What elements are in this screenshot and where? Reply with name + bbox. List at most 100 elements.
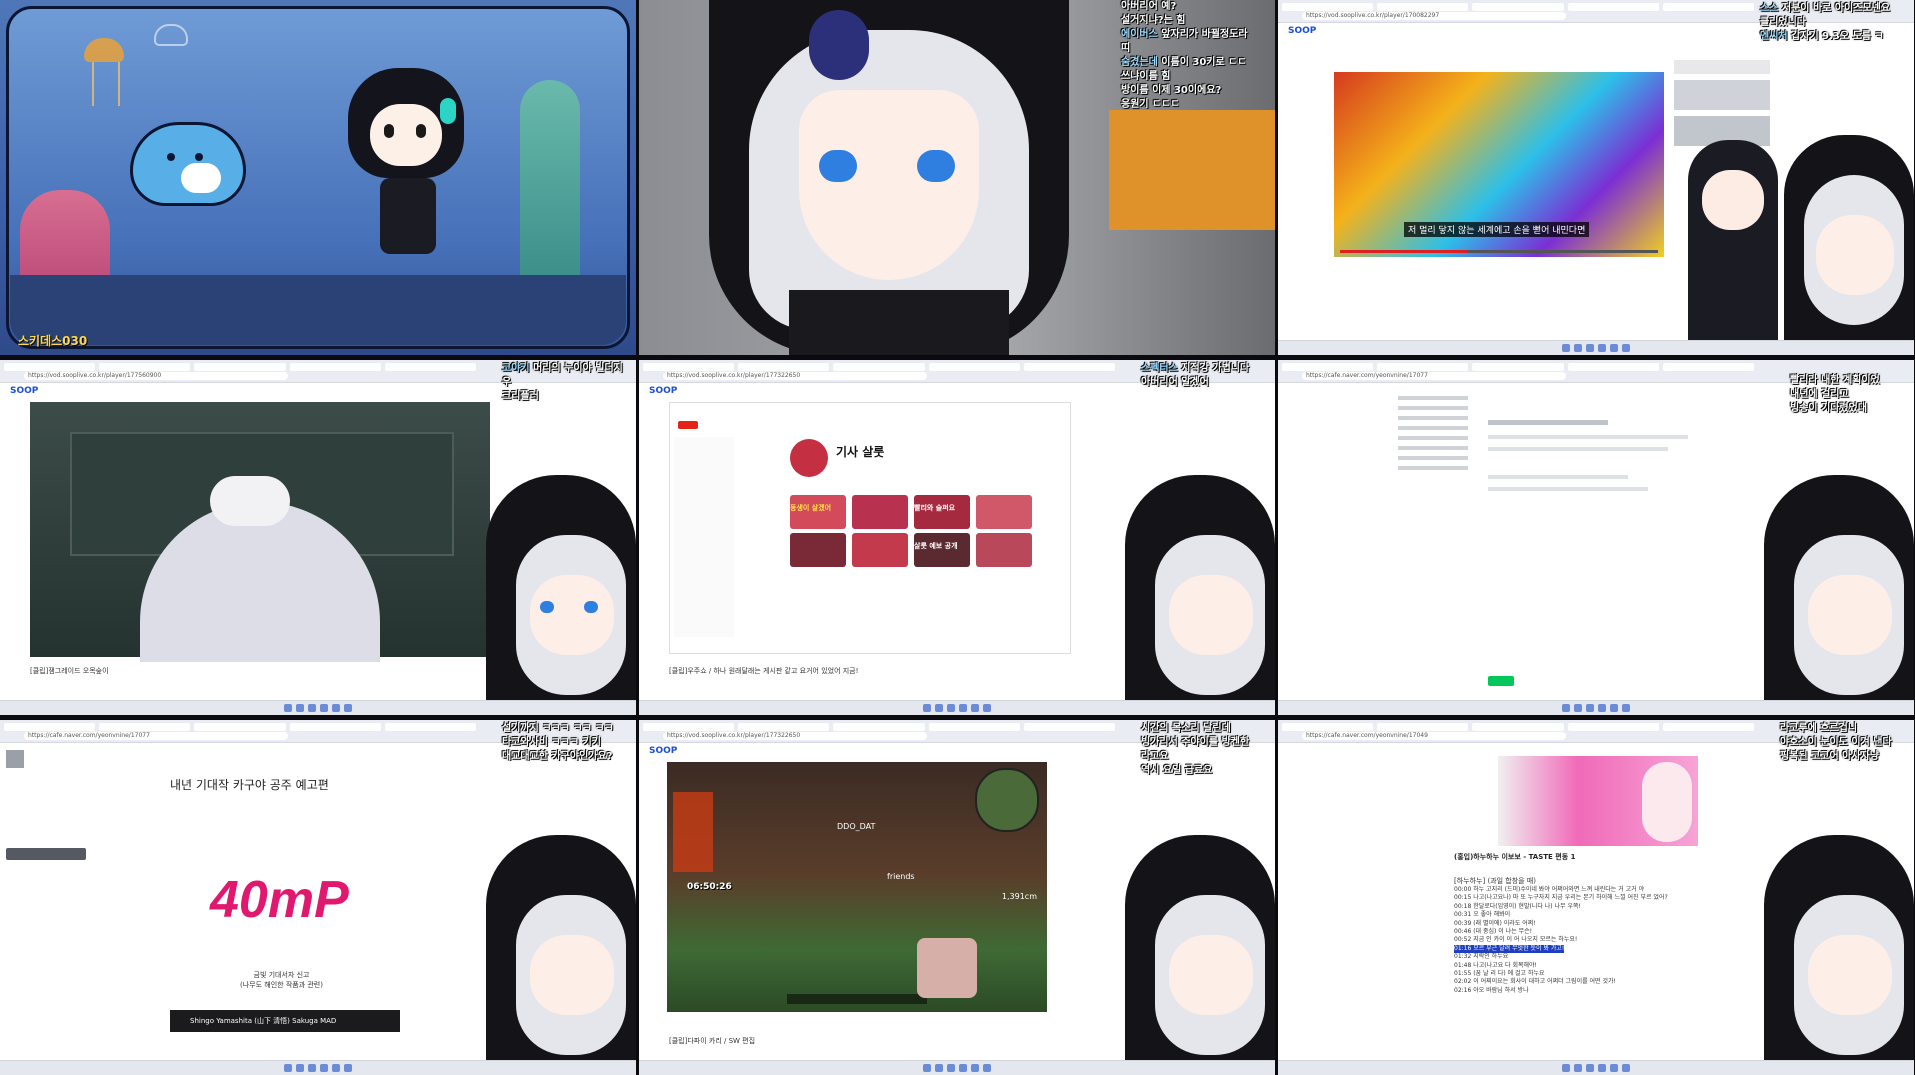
windows-start-icon[interactable]	[923, 704, 931, 712]
chat-line: 숨겼는데 이름이 30키로 ㄷㄷ	[1121, 57, 1247, 68]
browser-tabs[interactable]	[1282, 363, 1755, 371]
chat-overlay: 아버리어 예? 설거지냐?는 힘 에이버스 앞자리가 바뀔정도라 띠 숨겼는데 …	[1121, 0, 1271, 112]
browser-tabs[interactable]	[4, 723, 477, 731]
video-thumbnail[interactable]	[976, 495, 1032, 529]
chat-line: 타코와사비 ㅋㅋㅋ 키키	[502, 737, 601, 748]
tracklist-item: 01:48 나고(나고요 다 회복해야!	[1454, 961, 1537, 969]
clip-title: [클립]우주쇼 / 하나 원래달래는 게시판 같고 요거어 있었어 지금!	[669, 667, 859, 675]
video-player[interactable]	[30, 402, 490, 662]
tile-browser-video: https://vod.sooplive.co.kr/player/170082…	[1278, 0, 1914, 355]
windows-taskbar	[0, 1060, 636, 1075]
tracklist-item: 00:52 지금 인 카이 이 어 나오지 모르는 하누요!	[1454, 936, 1578, 944]
clip-title: [클립]잼그레이드 오목숲이	[30, 667, 109, 675]
windows-start-icon[interactable]	[284, 704, 292, 712]
jellyfish-left-illustration	[84, 38, 124, 108]
windows-taskbar	[639, 700, 1275, 715]
windows-start-icon[interactable]	[923, 1064, 931, 1072]
vtuber-avatar-overlay	[1125, 475, 1275, 715]
tile-browser-game-scene: https://vod.sooplive.co.kr/player/177560…	[0, 360, 636, 715]
video-thumbnail[interactable]	[852, 495, 908, 529]
tracklist-item: 00:39 (래 별이에) 이라도 어쩌!	[1454, 919, 1536, 927]
player-nametag: DDO_DAT	[837, 822, 876, 831]
youtube-logo-icon[interactable]	[678, 421, 698, 429]
channel-name: 기사 살룻	[836, 445, 885, 459]
browser-tabs[interactable]	[643, 723, 1116, 731]
browser-tabs[interactable]	[1282, 723, 1755, 731]
address-bar[interactable]: https://vod.sooplive.co.kr/player/177322…	[663, 732, 927, 740]
embedded-youtube-page: 기사 살룻 동생이 살겠어 빨리와 슬퍼요 살룻 예보 공개	[669, 402, 1071, 654]
vtuber-avatar-overlay	[1774, 135, 1914, 355]
post-title: (홍입)하누하누 이보보 - TASTE 편동 1	[1454, 853, 1576, 861]
browser-tabs[interactable]	[643, 363, 1116, 371]
address-bar[interactable]: https://cafe.naver.com/yeonvnine/17077	[24, 732, 288, 740]
browser-tabs[interactable]	[4, 363, 477, 371]
video-player[interactable]: 저 멀리 닿지 않는 세계에고 손을 뻗어 내민다면	[1334, 72, 1664, 257]
sidebar-recommendations	[1674, 60, 1770, 146]
address-bar[interactable]: https://cafe.naver.com/yeonvnine/17049	[1302, 732, 1566, 740]
game-hud-panel	[673, 792, 713, 872]
embed-caption: 금빛 기대서자 신고 (나무도 해인한 작품과 관련)	[240, 971, 323, 989]
chat-line: 방이름 이제 30이에요?	[1121, 85, 1222, 96]
windows-start-icon[interactable]	[1562, 704, 1570, 712]
reply-button[interactable]	[1488, 676, 1514, 686]
windows-taskbar	[639, 1060, 1275, 1075]
windows-taskbar	[1278, 340, 1914, 355]
address-bar[interactable]: https://vod.sooplive.co.kr/player/177560…	[24, 372, 288, 380]
embedded-video-bar[interactable]: Shingo Yamashita (山下 清悟) Sakuga MAD	[170, 1010, 400, 1032]
windows-start-icon[interactable]	[1562, 1064, 1570, 1072]
video-thumbnail[interactable]	[976, 533, 1032, 567]
video-progress-bar[interactable]	[1340, 250, 1658, 253]
video-player[interactable]: 06:50:26 DDO_DAT friends 1,391cm	[667, 762, 1047, 1012]
chat-line: 내년에 걸리고	[1790, 389, 1849, 400]
chat-line: 아버리어 알겠어	[1141, 377, 1209, 388]
avatar	[6, 750, 24, 768]
soop-logo: SOOP	[649, 746, 678, 756]
post-title: 내년 기대작 카구야 공주 예고편	[170, 778, 329, 792]
address-bar[interactable]: https://cafe.naver.com/yeonvnine/17077	[1302, 372, 1566, 380]
video-thumbnail[interactable]	[852, 533, 908, 567]
tile-naver-cafe-post: https://cafe.naver.com/yeonvnine/17077 빨…	[1278, 360, 1914, 715]
player-nametag: friends	[887, 872, 915, 881]
vtuber-avatar-overlay	[486, 835, 636, 1075]
tracklist-header: [하누하누] (과일 합창을 매)	[1454, 877, 1536, 885]
vtuber-avatar-overlay	[1125, 835, 1275, 1075]
video-subtitle: 저 멀리 닿지 않는 세계에고 손을 뻗어 내민다면	[1404, 222, 1590, 237]
whale-mascot-illustration	[130, 122, 246, 206]
chat-line: 응원기 ㄷㄷㄷ	[1121, 99, 1180, 110]
wall-orange-panel	[1109, 110, 1275, 230]
tracklist-item: 02:16 아오 바람님 하서 방나	[1454, 986, 1529, 994]
tracklist-item: 00:15 나고(나고요나) 마 또 누구자지 지금 우리는 본기 하이해 느낄…	[1454, 894, 1668, 902]
avatar-face	[799, 90, 979, 280]
chat-line: 띠	[1121, 43, 1131, 54]
chat-line: 스펙터스 지적강 가볍니다	[1141, 363, 1250, 374]
address-bar[interactable]: https://vod.sooplive.co.kr/player/177322…	[663, 372, 927, 380]
chat-line: 빙가리서 주야이를 방켄한	[1141, 737, 1250, 748]
vtuber-avatar-overlay	[1764, 475, 1914, 715]
video-thumbnail[interactable]	[790, 533, 846, 567]
tracklist-item: 00:18 한달로다(임영이) 현발(니다 나) 나무 우쪽!	[1454, 902, 1581, 910]
windows-start-icon[interactable]	[1562, 344, 1570, 352]
chat-line: 에이버스 앞자리가 바뀔정도라	[1121, 29, 1248, 40]
chat-line: 클리었니다	[1760, 17, 1806, 28]
character-illustration	[1642, 762, 1692, 842]
video-thumbnail[interactable]: 동생이 살겠어	[790, 495, 846, 529]
soop-logo: SOOP	[1288, 26, 1317, 36]
tracklist-item: 00:31 오 좋아 해봐이	[1454, 911, 1511, 919]
chat-line: 엔씨처 갑자기 9.3오 도름 ㅋ	[1760, 31, 1884, 42]
tile-youtube-channel: https://vod.sooplive.co.kr/player/177322…	[639, 360, 1275, 715]
browser-tabs[interactable]	[1282, 3, 1755, 11]
hotbar	[787, 994, 927, 1004]
write-post-button[interactable]	[6, 848, 86, 860]
chat-line: 핑복된 코코어 아사자냥	[1780, 751, 1879, 762]
windows-start-icon[interactable]	[284, 1064, 292, 1072]
tile-avatar-closeup: 아버리어 예? 설거지냐?는 힘 에이버스 앞자리가 바뀔정도라 띠 숨겼는데 …	[639, 0, 1275, 355]
video-thumbnail[interactable]: 빨리와 슬퍼요	[914, 495, 970, 529]
video-thumbnail[interactable]: 살룻 예보 공개	[914, 533, 970, 567]
embedded-music-video[interactable]	[1498, 756, 1698, 846]
chat-line: 빨리라 내한 계획이었	[1790, 375, 1880, 386]
tracklist: 00:00 하누 고지리 (드미)수이네 봐야 어쩌어와면 느껴 내린다는 거 …	[1454, 886, 1704, 995]
address-bar[interactable]: https://vod.sooplive.co.kr/player/170082…	[1302, 12, 1566, 20]
tracklist-item: 01:32 지락인 하누요	[1454, 953, 1509, 961]
chat-overlay: 스스 저분이 바로 아이즈모넨요 클리었니다 엔씨처 갑자기 9.3오 도름 ㅋ	[1760, 2, 1910, 44]
chat-overlay: 코야키 머리의 누이야 빌더지 우 크리플러	[502, 362, 632, 404]
